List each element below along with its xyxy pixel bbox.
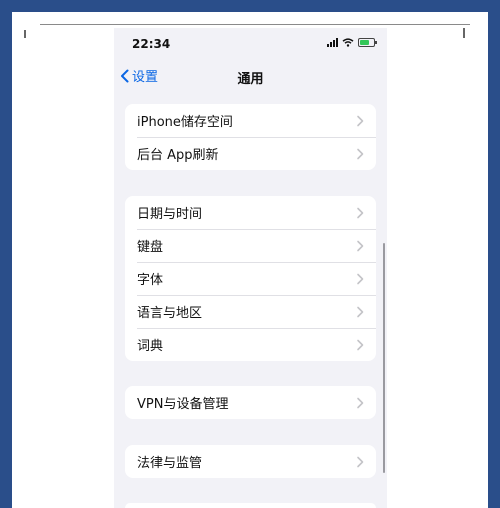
chevron-right-icon [357, 273, 364, 284]
status-bar: 22:34 [114, 28, 387, 60]
row-background-app-refresh[interactable]: 后台 App刷新 [125, 137, 376, 170]
row-label: 法律与监管 [137, 456, 203, 471]
frame-mark-right [463, 28, 465, 38]
row-label: VPN与设备管理 [137, 397, 229, 412]
status-time: 22:34 [132, 37, 171, 51]
frame-top-line [40, 24, 470, 25]
chevron-right-icon [357, 339, 364, 350]
row-label: 键盘 [137, 240, 164, 255]
wifi-icon [342, 38, 354, 47]
row-iphone-storage[interactable]: iPhone储存空间 [125, 104, 376, 137]
row-fonts[interactable]: 字体 [125, 262, 376, 295]
row-dictionary[interactable]: 词典 [125, 328, 376, 361]
row-label: 词典 [137, 339, 164, 354]
battery-icon [358, 38, 377, 47]
row-keyboard[interactable]: 键盘 [125, 229, 376, 262]
settings-group-next [125, 503, 376, 508]
row-language-region[interactable]: 语言与地区 [125, 295, 376, 328]
chevron-right-icon [357, 148, 364, 159]
settings-group-legal: 法律与监管 [125, 445, 376, 478]
status-icons [327, 38, 377, 47]
row-legal-regulatory[interactable]: 法律与监管 [125, 445, 376, 478]
phone-screen: 22:34 设置 通用 iPhone储存空间 后台 App刷新 日期与时间 键盘… [114, 28, 387, 508]
settings-group-storage: iPhone储存空间 后台 App刷新 [125, 104, 376, 170]
row-label: 后台 App刷新 [137, 148, 219, 163]
chevron-right-icon [357, 240, 364, 251]
row-vpn-device-management[interactable]: VPN与设备管理 [125, 386, 376, 419]
page-title: 通用 [237, 72, 264, 87]
row-label: 日期与时间 [137, 207, 203, 222]
settings-group-vpn: VPN与设备管理 [125, 386, 376, 419]
chevron-right-icon [357, 207, 364, 218]
chevron-right-icon [357, 456, 364, 467]
scrollbar[interactable] [383, 243, 385, 473]
navigation-bar: 设置 通用 [114, 60, 387, 92]
row-label: 语言与地区 [137, 306, 203, 321]
battery-level [360, 40, 370, 45]
settings-group-input: 日期与时间 键盘 字体 语言与地区 词典 [125, 196, 376, 361]
chevron-right-icon [357, 397, 364, 408]
cellular-signal-icon [327, 38, 338, 47]
chevron-right-icon [357, 115, 364, 126]
row-date-time[interactable]: 日期与时间 [125, 196, 376, 229]
row-label: iPhone储存空间 [137, 115, 233, 130]
row-label: 字体 [137, 273, 164, 288]
chevron-right-icon [357, 306, 364, 317]
frame-mark-left [24, 30, 26, 38]
